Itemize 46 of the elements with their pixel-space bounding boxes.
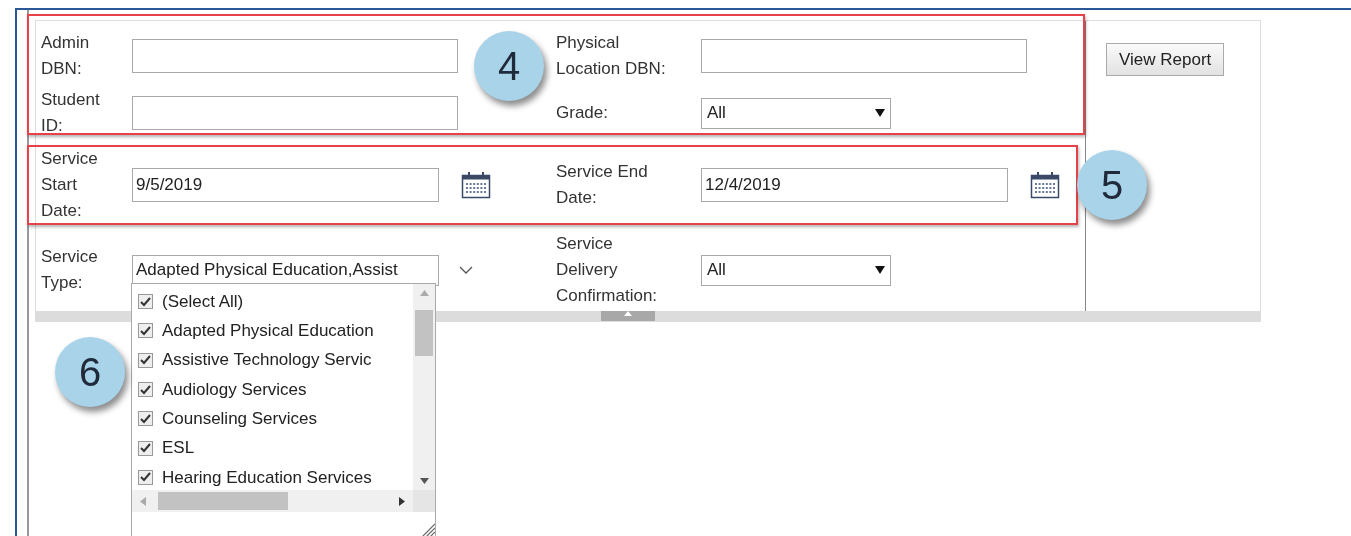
input-field[interactable] (132, 39, 458, 73)
option-label[interactable]: Audiology Services (162, 376, 307, 403)
scroll-right-arrow-icon[interactable] (399, 496, 406, 506)
field-label: Service Delivery Confirmation: (556, 233, 659, 307)
checkbox[interactable] (138, 411, 153, 427)
vertical-scrollbar[interactable] (413, 284, 435, 490)
view-report-button[interactable]: View Report (1106, 43, 1225, 76)
option-label[interactable]: Assistive Technology Servic (162, 347, 372, 373)
scrollbar-thumb[interactable] (415, 310, 434, 356)
scrollbar-corner (413, 490, 435, 512)
checkbox[interactable] (138, 382, 153, 398)
checkbox[interactable] (138, 352, 153, 368)
field-label: Service Type: (41, 246, 99, 294)
calendar-icon[interactable] (461, 171, 491, 199)
calendar-icon[interactable] (1030, 171, 1060, 199)
date-field[interactable]: 12/4/2019 (701, 168, 1008, 202)
callout-badge: 6 (55, 337, 125, 407)
chevron-down-icon[interactable] (459, 266, 473, 274)
dropdown[interactable]: All (701, 97, 891, 129)
up-arrow-icon (624, 311, 632, 316)
dropdown-arrow-icon (875, 109, 885, 117)
scroll-down-arrow-icon[interactable] (419, 478, 429, 484)
field-label: Physical Location DBN: (556, 32, 667, 80)
input-field[interactable] (701, 39, 1027, 73)
field-label: Admin DBN: (41, 32, 91, 80)
scrollbar-thumb[interactable] (158, 492, 288, 510)
horizontal-scrollbar[interactable] (132, 490, 414, 512)
option-label[interactable]: Adapted Physical Education (162, 318, 374, 344)
input-field[interactable] (132, 96, 458, 130)
multiselect-field[interactable]: Adapted Physical Education,Assist (132, 254, 439, 286)
collapse-handle[interactable] (601, 311, 655, 321)
checkbox[interactable] (138, 294, 153, 310)
option-label[interactable]: Hearing Education Services (162, 464, 372, 490)
checkbox[interactable] (138, 440, 153, 456)
checkbox[interactable] (138, 469, 153, 485)
field-label: Student ID: (41, 89, 101, 137)
option-label[interactable]: (Select All) (162, 288, 244, 315)
field-label: Service Start Date: (41, 148, 99, 222)
checkbox[interactable] (138, 323, 153, 339)
field-label: Grade: (556, 102, 609, 124)
option-label[interactable]: ESL (162, 435, 195, 461)
date-field[interactable]: 9/5/2019 (132, 168, 439, 202)
option-label[interactable]: Counseling Services (162, 406, 317, 432)
dropdown-arrow-icon (875, 266, 885, 274)
field-label: Service End Date: (556, 161, 649, 209)
dropdown[interactable]: All (701, 254, 891, 286)
